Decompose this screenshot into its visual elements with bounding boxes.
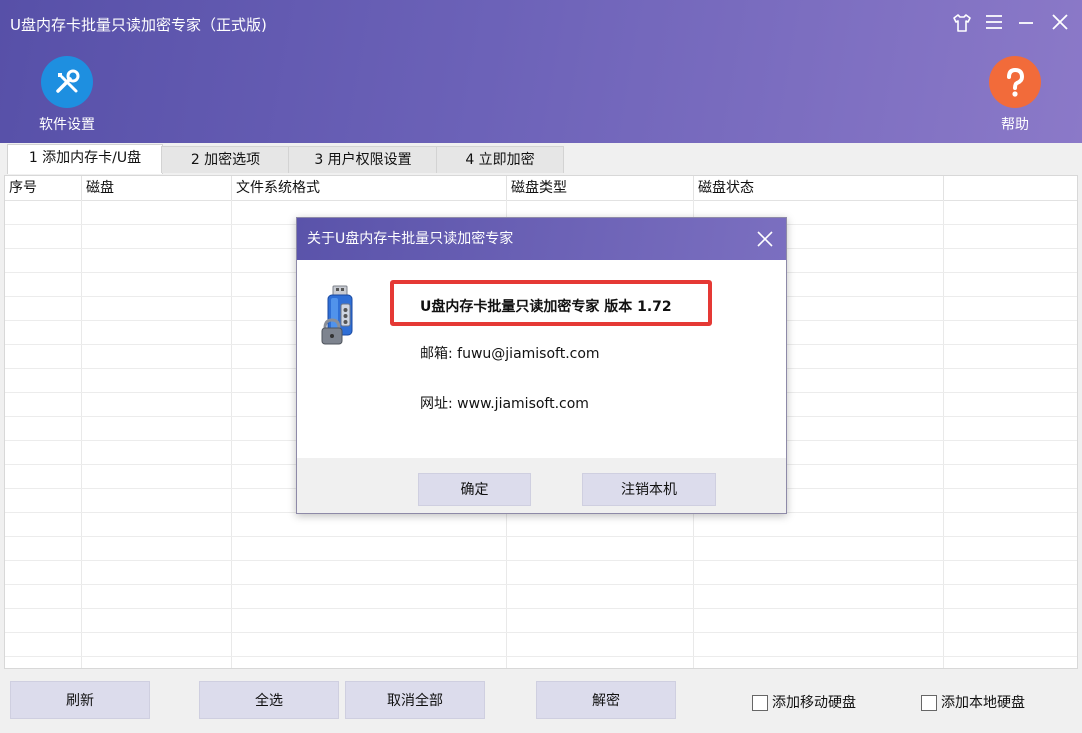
question-icon xyxy=(989,56,1041,108)
deselect-all-button[interactable]: 取消全部 xyxy=(345,681,485,719)
select-all-button[interactable]: 全选 xyxy=(199,681,339,719)
grid-divider xyxy=(231,200,232,668)
table-row xyxy=(5,656,1077,657)
tab-encrypt-now[interactable]: 4 立即加密 xyxy=(436,146,564,173)
column-header-disk-type[interactable]: 磁盘类型 xyxy=(507,176,694,200)
product-version: U盘内存卡批量只读加密专家 版本 1.72 xyxy=(420,299,672,315)
about-dialog: 关于U盘内存卡批量只读加密专家 U盘内存卡批量只读加密专家 版本 1.72 邮箱… xyxy=(296,217,787,514)
usb-lock-icon xyxy=(321,284,361,352)
help-button[interactable]: 帮助 xyxy=(975,56,1055,134)
title-bar: U盘内存卡批量只读加密专家（正式版) 软件设置 帮助 xyxy=(0,0,1082,143)
dialog-title: 关于U盘内存卡批量只读加密专家 xyxy=(307,231,514,247)
tab-user-permissions[interactable]: 3 用户权限设置 xyxy=(288,146,438,173)
app-title: U盘内存卡批量只读加密专家（正式版) xyxy=(10,16,267,34)
dialog-title-bar: 关于U盘内存卡批量只读加密专家 xyxy=(297,218,786,260)
ok-button[interactable]: 确定 xyxy=(418,473,531,506)
column-header-filesystem[interactable]: 文件系统格式 xyxy=(232,176,507,200)
tab-bar: 1 添加内存卡/U盘 2 加密选项 3 用户权限设置 4 立即加密 xyxy=(0,143,1082,174)
add-removable-checkbox[interactable]: 添加移动硬盘 xyxy=(752,694,856,712)
table-row xyxy=(5,632,1077,633)
help-label: 帮助 xyxy=(1001,117,1029,133)
column-header-index[interactable]: 序号 xyxy=(5,176,82,200)
grid-divider xyxy=(81,200,82,668)
decrypt-button[interactable]: 解密 xyxy=(536,681,676,719)
column-header-disk[interactable]: 磁盘 xyxy=(82,176,232,200)
dialog-footer: 确定 注销本机 xyxy=(297,458,786,513)
refresh-button[interactable]: 刷新 xyxy=(10,681,150,719)
close-icon[interactable] xyxy=(1048,12,1072,36)
email-text: 邮箱: fuwu@jiamisoft.com xyxy=(420,346,600,362)
table-row xyxy=(5,536,1077,537)
website-text: 网址: www.jiamisoft.com xyxy=(420,396,589,412)
settings-label: 软件设置 xyxy=(39,117,95,133)
table-row xyxy=(5,608,1077,609)
menu-icon[interactable] xyxy=(982,12,1006,36)
minimize-icon[interactable] xyxy=(1014,12,1038,36)
tools-icon xyxy=(41,56,93,108)
add-removable-label: 添加移动硬盘 xyxy=(772,695,856,711)
table-row xyxy=(5,560,1077,561)
tab-encrypt-options[interactable]: 2 加密选项 xyxy=(161,146,290,173)
skin-icon[interactable] xyxy=(950,12,974,36)
tab-add-disk[interactable]: 1 添加内存卡/U盘 xyxy=(7,144,163,174)
checkbox-box[interactable] xyxy=(752,695,768,711)
grid-divider xyxy=(943,200,944,668)
add-local-label: 添加本地硬盘 xyxy=(941,695,1025,711)
deregister-button[interactable]: 注销本机 xyxy=(582,473,716,506)
add-local-checkbox[interactable]: 添加本地硬盘 xyxy=(921,694,1025,712)
column-header-disk-status[interactable]: 磁盘状态 xyxy=(694,176,944,200)
table-header: 序号 磁盘 文件系统格式 磁盘类型 磁盘状态 xyxy=(5,176,1077,201)
settings-button[interactable]: 软件设置 xyxy=(27,56,107,134)
checkbox-box[interactable] xyxy=(921,695,937,711)
table-row xyxy=(5,584,1077,585)
dialog-close-icon[interactable] xyxy=(756,218,774,274)
